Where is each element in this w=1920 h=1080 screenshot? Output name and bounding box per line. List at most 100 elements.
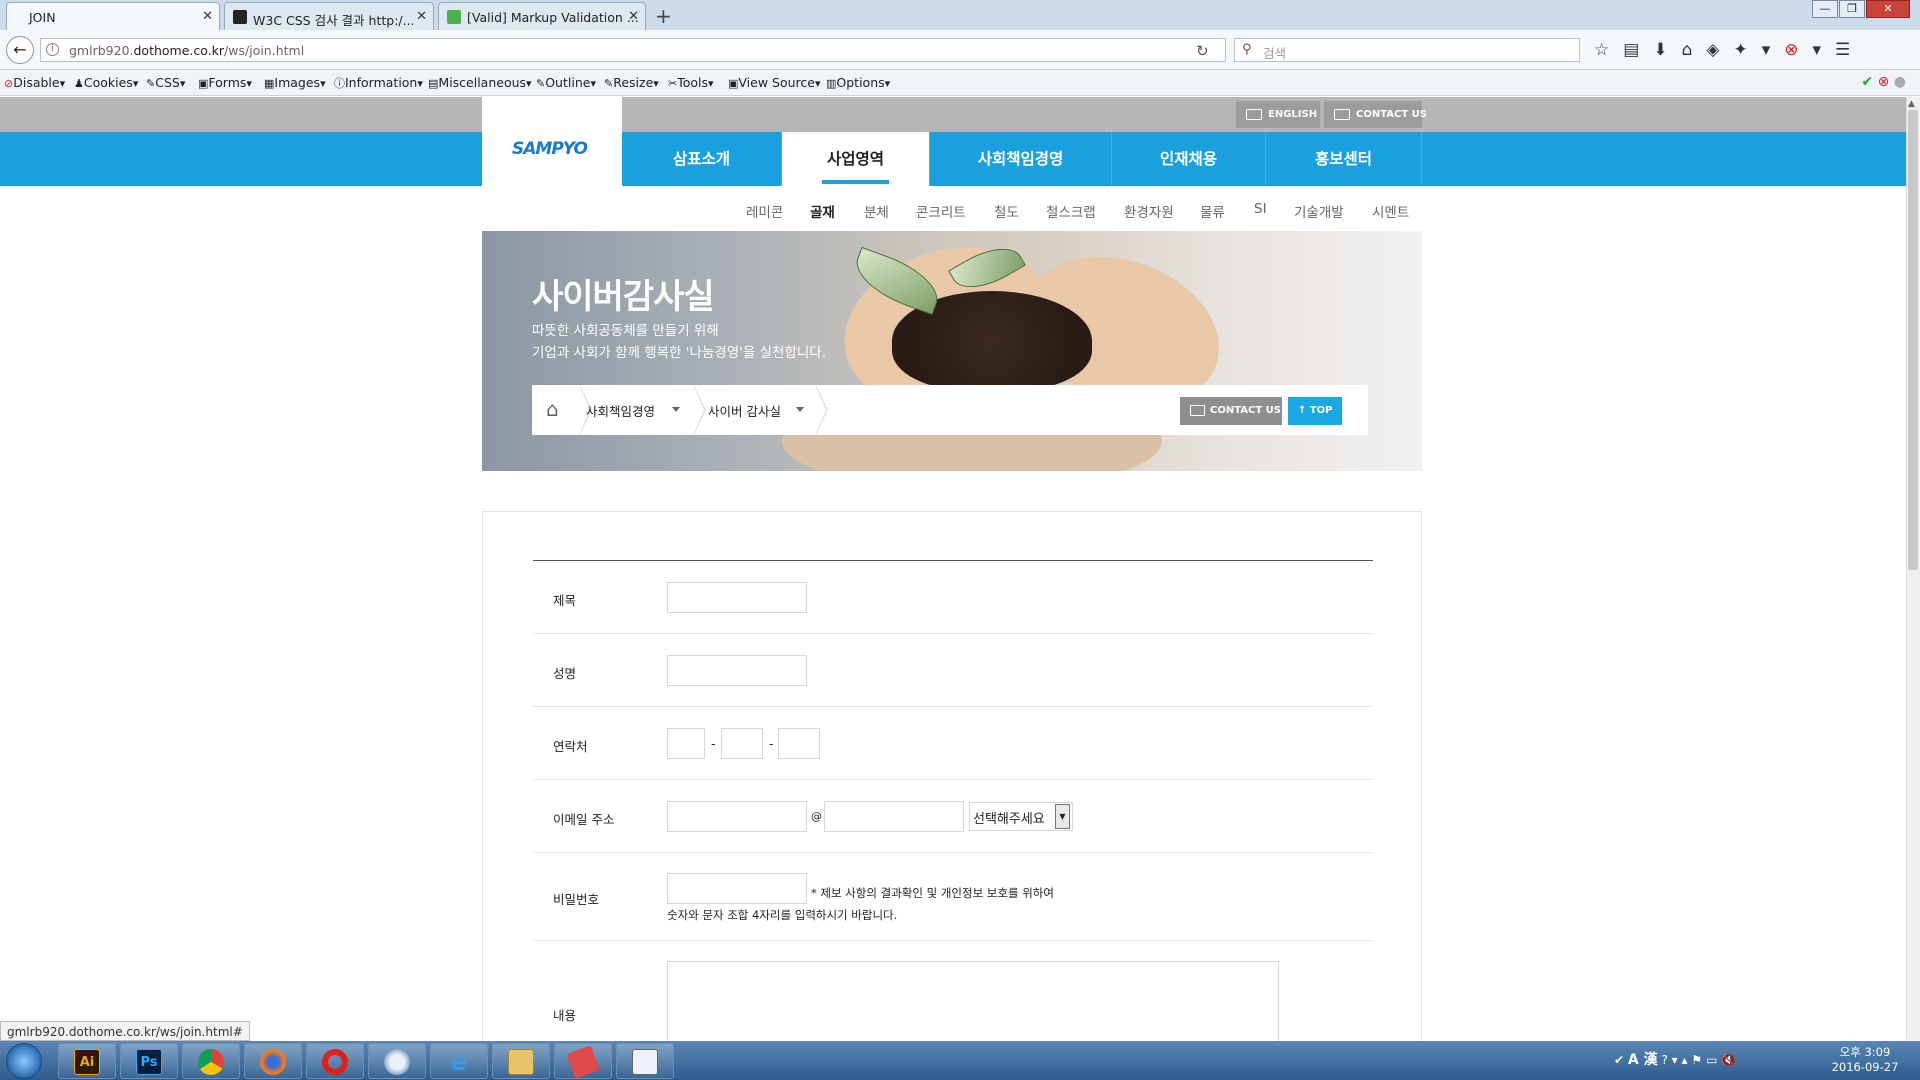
new-tab-button[interactable]: +: [655, 4, 672, 28]
hamburger-menu-icon[interactable]: ☰: [1835, 40, 1850, 60]
phone-input-3[interactable]: [778, 728, 820, 759]
email-domain-input[interactable]: [824, 801, 964, 832]
dev-images[interactable]: ▦Images▾: [264, 75, 326, 90]
menu-business[interactable]: 사업영역: [782, 132, 930, 186]
shield-icon[interactable]: ✔: [1614, 1053, 1624, 1067]
window-close-button[interactable]: ✕: [1866, 0, 1910, 18]
menu-company[interactable]: 삼표소개: [622, 132, 782, 186]
submenu-environment[interactable]: 환경자원: [1124, 201, 1174, 221]
menu-pr[interactable]: 홍보센터: [1266, 132, 1422, 186]
taskbar-safari[interactable]: [368, 1043, 426, 1079]
chevron-down-icon[interactable]: [672, 407, 680, 412]
reload-icon[interactable]: ↻: [1196, 42, 1209, 60]
taskbar-firefox[interactable]: [244, 1043, 302, 1079]
email-id-input[interactable]: [667, 801, 807, 832]
breadcrumb-level2[interactable]: 사이버 감사실: [708, 401, 781, 420]
content-textarea[interactable]: [667, 961, 1279, 1041]
dev-options[interactable]: ▥Options▾: [826, 75, 890, 90]
minimize-button[interactable]: —: [1812, 0, 1838, 18]
dev-information[interactable]: ⓘInformation▾: [334, 75, 423, 91]
flag-icon[interactable]: ⚑: [1691, 1053, 1702, 1067]
chevron-down-icon[interactable]: [796, 407, 804, 412]
search-input[interactable]: 검색: [1234, 38, 1580, 62]
submenu-powder[interactable]: 분체: [864, 201, 889, 221]
submenu-cement[interactable]: 시멘트: [1372, 201, 1409, 221]
dev-resize[interactable]: ✎Resize▾: [604, 75, 659, 90]
url-bar[interactable]: gmlrb920.dothome.co.kr/ws/join.html: [40, 38, 1226, 62]
dev-outline[interactable]: ✎Outline▾: [536, 75, 596, 90]
maximize-button[interactable]: ❐: [1839, 0, 1865, 18]
download-icon[interactable]: ⬇: [1653, 40, 1667, 60]
close-tab-icon[interactable]: ✕: [416, 9, 427, 24]
dev-miscellaneous[interactable]: ▤Miscellaneous▾: [428, 75, 532, 90]
taskbar-explorer[interactable]: [492, 1043, 550, 1079]
chevron-down-icon[interactable]: ▾: [1672, 1053, 1678, 1067]
submenu-concrete[interactable]: 콘크리트: [916, 201, 966, 221]
photoshop-icon: Ps: [136, 1049, 162, 1075]
english-link[interactable]: ENGLISH: [1236, 101, 1320, 128]
dev-disable[interactable]: ⊘Disable▾: [4, 75, 65, 90]
system-clock[interactable]: 오후 3:09 2016-09-27: [1820, 1045, 1910, 1075]
submenu-logistics[interactable]: 물류: [1200, 201, 1225, 221]
info-circle-icon[interactable]: ●: [1894, 74, 1906, 90]
contact-us-button[interactable]: CONTACT US: [1180, 397, 1282, 425]
site-logo[interactable]: SAMPYO: [482, 97, 622, 186]
dev-forms[interactable]: ▣Forms▾: [198, 75, 252, 90]
title-input[interactable]: [667, 582, 807, 613]
home-icon[interactable]: ⌂: [546, 399, 566, 419]
taskbar-chrome[interactable]: [182, 1043, 240, 1079]
taskbar-opera[interactable]: [306, 1043, 364, 1079]
chevron-up-icon[interactable]: ▴: [1682, 1053, 1688, 1067]
submenu-rnd[interactable]: 기술개발: [1294, 201, 1344, 221]
taskbar-photoshop[interactable]: Ps: [120, 1043, 178, 1079]
search-icon: ⚲: [1242, 42, 1252, 57]
submenu-aggregate[interactable]: 골재: [810, 201, 835, 221]
blocker-icon[interactable]: ⊗: [1784, 40, 1798, 60]
submenu-railway[interactable]: 철도: [994, 201, 1019, 221]
taskbar-app[interactable]: [554, 1043, 612, 1079]
contact-us-link[interactable]: CONTACT US: [1324, 101, 1427, 128]
site-info-icon[interactable]: i: [46, 43, 59, 56]
dropdown-icon[interactable]: ▾: [1812, 40, 1821, 60]
name-input[interactable]: [667, 655, 807, 686]
scroll-up-icon[interactable]: ▲: [1908, 99, 1915, 109]
close-tab-icon[interactable]: ✕: [628, 9, 639, 24]
phone-input-2[interactable]: [721, 728, 763, 759]
bookmark-star-icon[interactable]: ☆: [1594, 40, 1609, 60]
tab-w3c-css[interactable]: W3C CSS 검사 결과 http:/... ✕: [224, 2, 434, 30]
network-icon[interactable]: ▭: [1706, 1053, 1717, 1067]
extension-icon[interactable]: ✦: [1733, 40, 1747, 60]
close-tab-icon[interactable]: ✕: [202, 9, 213, 24]
taskbar-ie[interactable]: e: [430, 1043, 488, 1079]
submenu-remicon[interactable]: 레미콘: [746, 201, 783, 221]
chevron-down-icon[interactable]: ▼: [1055, 804, 1070, 829]
volume-icon[interactable]: 🔇: [1721, 1053, 1736, 1067]
submenu-si[interactable]: SI: [1254, 201, 1267, 217]
start-button[interactable]: [6, 1043, 42, 1079]
home-icon[interactable]: ⌂: [1682, 40, 1693, 60]
error-icon[interactable]: ⊗: [1878, 74, 1890, 90]
back-button[interactable]: ←: [6, 36, 34, 64]
valid-check-icon[interactable]: ✔: [1861, 74, 1873, 90]
tab-markup-validation[interactable]: [Valid] Markup Validation ... ✕: [438, 2, 646, 30]
menu-csr[interactable]: 사회책임경영: [930, 132, 1112, 186]
dropdown-icon[interactable]: ▾: [1762, 40, 1771, 60]
submenu-scrap[interactable]: 철스크랩: [1046, 201, 1096, 221]
reading-list-icon[interactable]: ▤: [1623, 40, 1639, 60]
help-icon[interactable]: ?: [1661, 1053, 1667, 1067]
dev-view-source[interactable]: ▣View Source▾: [728, 75, 821, 90]
taskbar-app2[interactable]: [616, 1043, 674, 1079]
top-button[interactable]: ↑ TOP: [1288, 397, 1342, 425]
taskbar-illustrator[interactable]: Ai: [58, 1043, 116, 1079]
password-input[interactable]: [667, 873, 807, 904]
phone-input-1[interactable]: [667, 728, 705, 759]
ime-indicator[interactable]: A 漢: [1628, 1052, 1658, 1068]
pocket-icon[interactable]: ◈: [1706, 40, 1719, 60]
dev-tools[interactable]: ✂Tools▾: [668, 75, 714, 90]
breadcrumb-level1[interactable]: 사회책임경영: [586, 401, 655, 420]
dev-css[interactable]: ✎CSS▾: [146, 75, 185, 90]
menu-recruit[interactable]: 인재채용: [1112, 132, 1266, 186]
scrollbar-thumb[interactable]: [1908, 110, 1918, 570]
tab-join[interactable]: JOIN ✕: [6, 2, 220, 30]
dev-cookies[interactable]: ♟Cookies▾: [74, 75, 138, 90]
